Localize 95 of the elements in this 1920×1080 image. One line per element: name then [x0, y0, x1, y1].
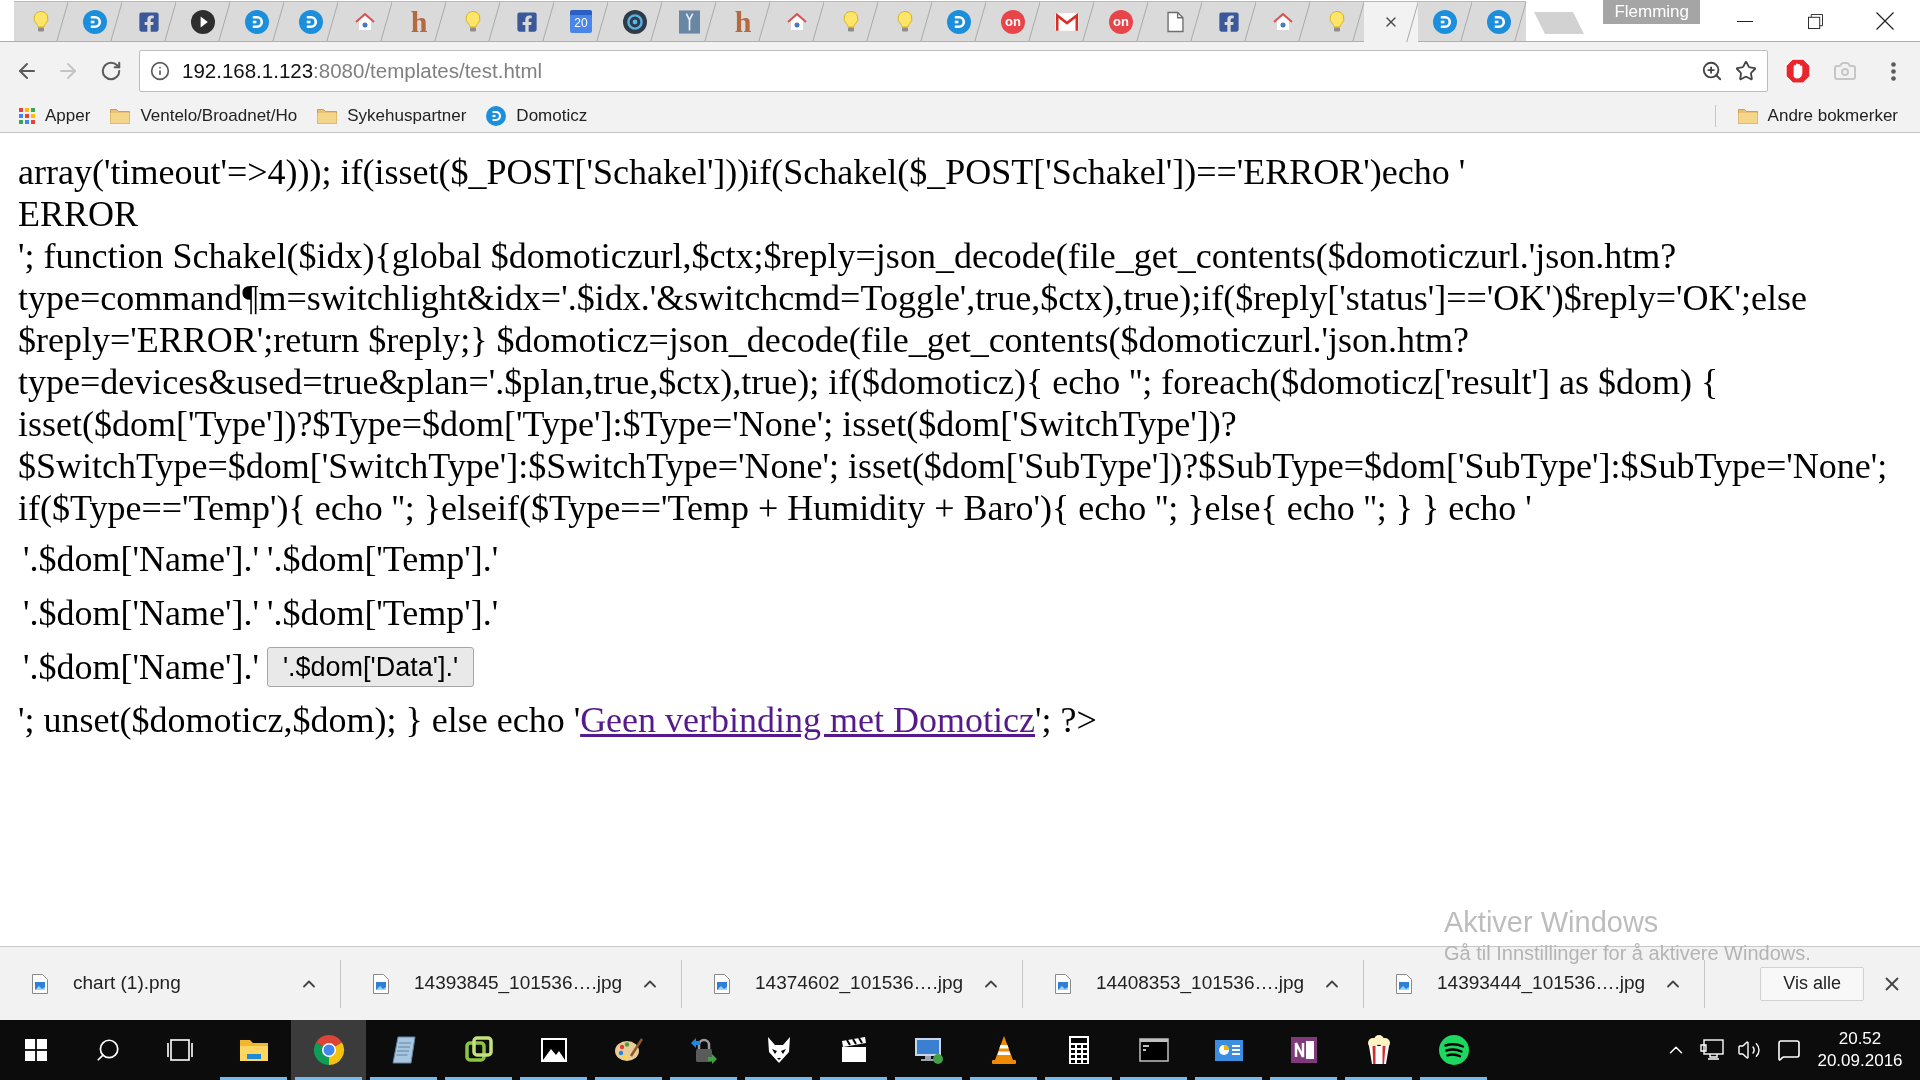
url-text: 192.168.1.123:8080/templates/test.html: [182, 57, 543, 84]
tile-icon: [678, 9, 700, 34]
code-text: $SwitchType=$dom['SwitchType']:$SwitchType='None'; isset($dom['SubType'])?$SubType=$dom['SubType']:$SubType='None';: [18, 445, 1888, 487]
round-logo-badge: on: [1001, 9, 1025, 34]
taskbar-clock[interactable]: 20.52 20.09.2016: [1810, 1020, 1910, 1080]
template-text: '.$dom['Name'].': [23, 646, 259, 688]
search-icon: [95, 1037, 121, 1063]
page-icon: [1166, 10, 1184, 33]
notification-icon: [1777, 1038, 1801, 1062]
circle-logo-icon: [83, 9, 107, 34]
activation-title: Aktiver Windows: [1444, 905, 1659, 940]
house-icon: [787, 12, 807, 31]
ring-icon: [623, 9, 647, 34]
activation-text: Gå til Innstillinger for å aktivere Windows.: [1444, 941, 1811, 966]
circle-logo-icon: [947, 9, 971, 34]
download-file-name[interactable]: 14374602_101536….jpg: [755, 969, 964, 998]
download-file-name[interactable]: 14408353_101536….jpg: [1096, 969, 1305, 998]
house-icon: [1273, 12, 1293, 31]
house-icon: [355, 12, 375, 31]
info-icon: [150, 61, 170, 81]
circle-logo-icon: [486, 106, 507, 126]
facebook-icon: [138, 10, 160, 33]
restore-icon: [1807, 13, 1823, 29]
apps-grid-icon: [19, 108, 35, 124]
task-view-icon: [165, 1039, 195, 1061]
light-bulb-icon: [841, 10, 861, 33]
code-text: type=command¶m=switchlight&idx='.$idx.'&switchcmd=Toggle',true,$ctx),true);if($reply['status']=='OK')$reply='OK';else: [18, 277, 1807, 319]
light-bulb-icon: [463, 10, 483, 33]
letter-logo: h: [410, 7, 428, 36]
letter-logo: h: [734, 7, 752, 36]
code-text: ERROR: [18, 193, 139, 235]
bookmark-item[interactable]: Domoticz: [480, 102, 594, 130]
circle-logo-icon: [1433, 9, 1457, 34]
round-logo-badge: on: [1109, 9, 1133, 34]
reload-icon: [100, 60, 122, 82]
browser-tab[interactable]: on: [1094, 1, 1148, 41]
folder-icon: [110, 108, 131, 124]
code-text: array('timeout'=>4))); if(isset($_POST['Schakel']))if(Schakel($_POST['Schakel'])=='ERROR')echo ': [18, 151, 1466, 193]
camera-icon: [1833, 59, 1857, 83]
play-icon: [191, 9, 215, 34]
template-text: '.$dom['Temp'].': [266, 538, 499, 580]
circle-logo-icon: [299, 9, 323, 34]
stop-hand-icon: [1785, 58, 1811, 84]
extension-button[interactable]: [1782, 55, 1814, 87]
code-text: '; unset($domoticz,$dom); } else echo 'Geen verbinding met Domoticz'; ?>: [18, 699, 1097, 741]
template-text: '.$dom['Name'].': [23, 538, 259, 580]
close-icon: [1876, 12, 1894, 30]
zoom-in-icon: [1701, 60, 1723, 82]
bookmark-item[interactable]: Ventelo/Broadnet/Ho: [104, 102, 304, 130]
browser-tab[interactable]: on: [986, 1, 1040, 41]
template-text: '.$dom['Temp'].': [266, 592, 499, 634]
code-text: '; function Schakel($idx){global $domoticzurl,$ctx;$reply=json_decode(file_get_contents($domoticzurl.'json.htm?: [18, 235, 1677, 277]
folder-icon: [1737, 108, 1758, 124]
minimize-icon: [1737, 20, 1753, 22]
code-text: $reply='ERROR';return $reply;} $domoticz=json_decode(file_get_contents($domoticzurl.'json.htm?: [18, 319, 1470, 361]
download-file-name[interactable]: chart (1).png: [73, 969, 181, 998]
menu-icon: [1890, 61, 1896, 81]
mail-icon: [1055, 12, 1079, 31]
code-text: isset($dom['Type'])?$Type=$dom['Type']:$Type='None'; isset($dom['SwitchType'])?: [18, 403, 1237, 445]
network-icon: [1700, 1039, 1724, 1061]
data-button[interactable]: '.$dom['Data'].': [266, 647, 475, 687]
image-file-icon: [1055, 973, 1071, 994]
image-file-icon: [373, 973, 389, 994]
taskbar-app[interactable]: [291, 1020, 366, 1080]
address-bar[interactable]: 192.168.1.123:8080/templates/test.html: [139, 50, 1768, 92]
circle-logo-icon: [245, 9, 269, 34]
download-file-name[interactable]: 14393845_101536….jpg: [414, 969, 623, 998]
browser-tab[interactable]: 20: [554, 1, 608, 41]
zoom-button[interactable]: [1700, 59, 1724, 83]
calendar-badge: 20: [570, 10, 592, 33]
image-file-icon: [32, 973, 48, 994]
bookmark-item[interactable]: Apper: [13, 102, 97, 130]
code-text: if($Type=='Temp'){ echo ''; }elseif($Type=='Temp + Humidity + Baro'){ echo ''; }else{ echo ''; } } echo ': [18, 487, 1532, 529]
volume-icon: [1737, 1038, 1761, 1062]
show-all-button[interactable]: Vis alle: [1760, 966, 1864, 1001]
link[interactable]: Geen verbinding met Domoticz: [580, 700, 1035, 740]
facebook-icon: [1218, 10, 1240, 33]
bookmark-button[interactable]: [1734, 59, 1758, 83]
image-file-icon: [1396, 973, 1412, 994]
circle-logo-icon: [1487, 9, 1511, 34]
light-bulb-icon: [895, 10, 915, 33]
facebook-icon: [516, 10, 538, 33]
star-icon: [1735, 60, 1757, 82]
folder-icon: [317, 108, 338, 124]
code-text: type=devices&used=true&plan='.$plan,true,$ctx),true); if($domoticz){ echo ''; foreach($domoticz['result'] as $dom) {: [18, 361, 1719, 403]
bookmark-item[interactable]: Sykehuspartner: [311, 102, 473, 130]
light-bulb-icon: [31, 10, 51, 33]
light-bulb-icon: [1327, 10, 1347, 33]
spotify-icon: [1437, 1034, 1470, 1066]
windows-logo-icon: [25, 1039, 47, 1061]
download-file-name[interactable]: 14393444_101536….jpg: [1437, 969, 1646, 998]
bookmark-folder[interactable]: Andre bokmerker: [1731, 102, 1904, 130]
image-file-icon: [714, 973, 730, 994]
template-text: '.$dom['Name'].': [23, 592, 259, 634]
chrome-icon: [312, 1034, 345, 1066]
